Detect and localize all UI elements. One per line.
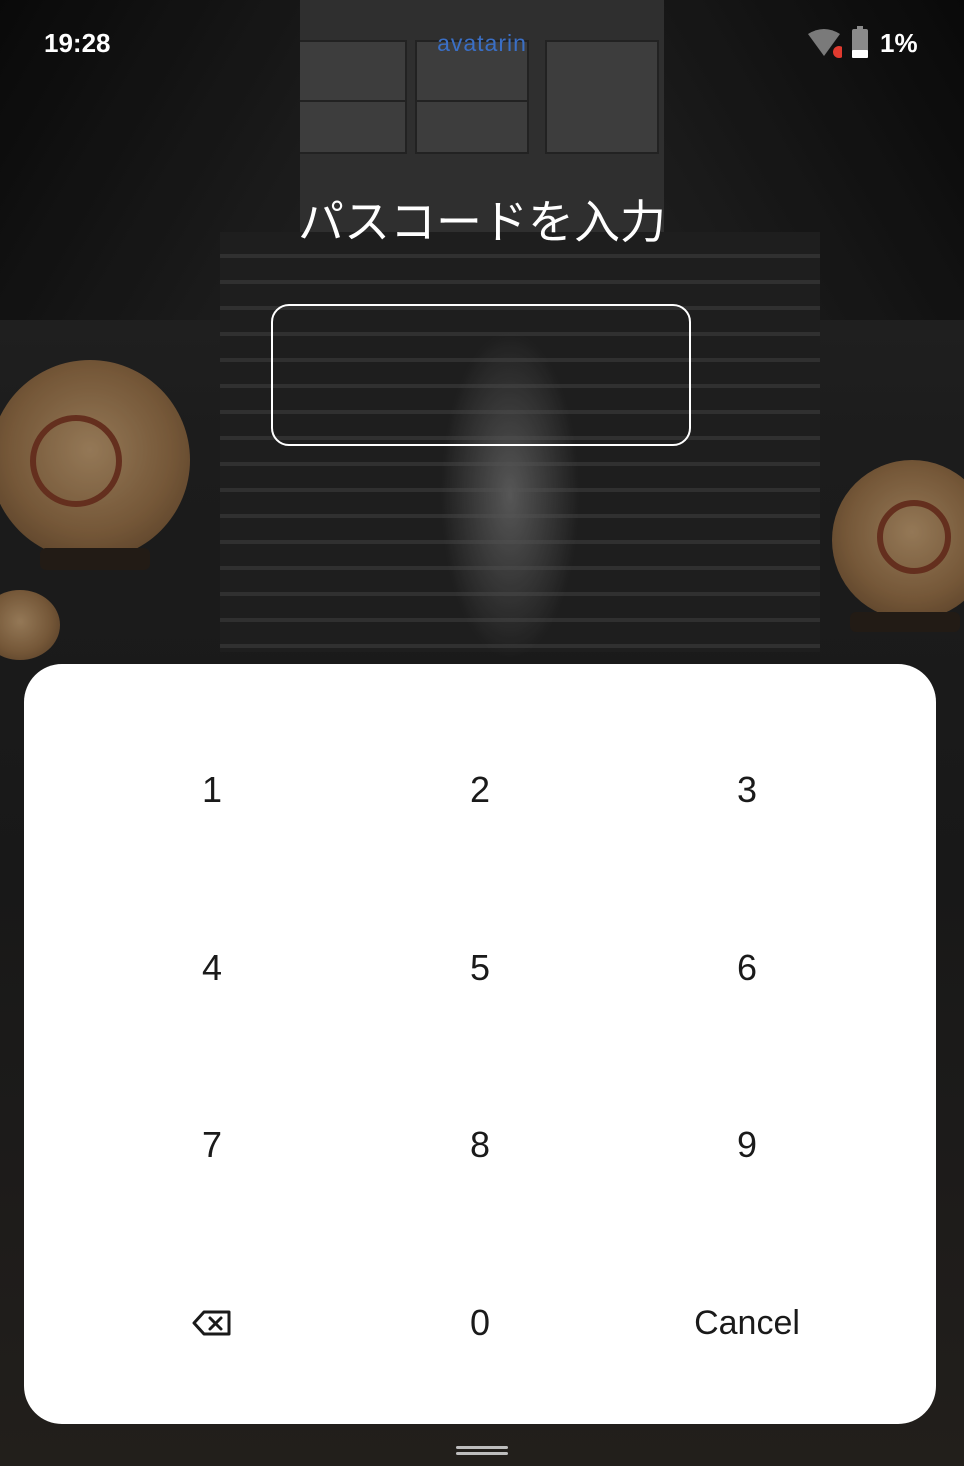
- cancel-button[interactable]: Cancel: [597, 1248, 897, 1398]
- key-0[interactable]: 0: [330, 1248, 630, 1398]
- battery-icon: [852, 26, 868, 58]
- numeric-keypad: 1 2 3 4 5 6 7 8 9 0 Cancel: [24, 664, 936, 1424]
- key-4[interactable]: 4: [62, 893, 362, 1043]
- page-title: パスコードを入力: [298, 195, 666, 249]
- key-6[interactable]: 6: [597, 893, 897, 1043]
- backspace-icon: [192, 1309, 232, 1337]
- battery-percent: 1%: [880, 28, 918, 58]
- key-8[interactable]: 8: [330, 1070, 630, 1220]
- home-handle[interactable]: [456, 1446, 508, 1449]
- key-3[interactable]: 3: [597, 715, 897, 865]
- key-7[interactable]: 7: [62, 1070, 362, 1220]
- key-1[interactable]: 1: [62, 715, 362, 865]
- passcode-input[interactable]: [271, 304, 691, 446]
- status-bar: 19:28 avatarin 1%: [0, 0, 964, 86]
- backspace-button[interactable]: [62, 1248, 362, 1398]
- key-9[interactable]: 9: [597, 1070, 897, 1220]
- key-5[interactable]: 5: [330, 893, 630, 1043]
- key-2[interactable]: 2: [330, 715, 630, 865]
- wifi-icon: [806, 28, 845, 58]
